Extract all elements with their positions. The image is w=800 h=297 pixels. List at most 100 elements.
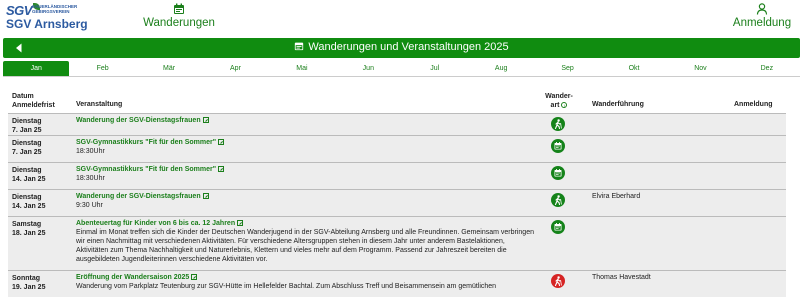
- event-guide: Elvira Eberhard: [592, 193, 641, 200]
- external-link-icon[interactable]: [202, 192, 209, 199]
- table-row[interactable]: Dienstag 14. Jan 25 SGV-Gymnastikkurs "Fit…: [8, 162, 786, 189]
- event-title-link[interactable]: Wanderung der SGV-Dienstagsfrauen: [76, 192, 536, 201]
- tab-month-5[interactable]: Mai: [269, 61, 335, 76]
- logo-subtitle: SAUERLÄNDISCHER GEBIRGSVEREIN: [32, 4, 78, 14]
- header-anmeldung: Anmeldung: [734, 101, 773, 108]
- event-weekday: Dienstag: [12, 118, 42, 125]
- event-date: Dienstag 14. Jan 25: [12, 193, 45, 211]
- calendar-icon: [174, 3, 184, 14]
- tab-month-3[interactable]: Mär: [136, 61, 202, 76]
- tab-month-4[interactable]: Apr: [202, 61, 268, 76]
- nav-wanderungen[interactable]: Wanderungen: [143, 3, 215, 29]
- logo-name: SGV Arnsberg: [6, 17, 88, 31]
- sgv-logo[interactable]: SGV SAUERLÄNDISCHER GEBIRGSVEREIN SGV Arn…: [6, 3, 116, 31]
- event-description: Wanderung vom Parkplatz Teutenburg zur S…: [76, 283, 497, 290]
- calendar-icon: [551, 220, 565, 234]
- hiking-icon: [551, 193, 565, 207]
- external-link-icon[interactable]: [191, 273, 198, 280]
- event-day: 7. Jan 25: [12, 149, 42, 156]
- event-description: 9:30 Uhr: [76, 202, 103, 209]
- external-link-icon[interactable]: [202, 116, 209, 123]
- external-link-icon[interactable]: [218, 138, 225, 145]
- nav-anmeldung[interactable]: Anmeldung: [732, 3, 792, 29]
- tab-month-8[interactable]: Aug: [468, 61, 534, 76]
- events-table: Datum Anmeldefrist Veranstaltung Wander-…: [8, 88, 786, 297]
- calendar-icon: [551, 139, 565, 153]
- event-date: Dienstag 14. Jan 25: [12, 166, 45, 184]
- event-weekday: Dienstag: [12, 140, 42, 147]
- tab-month-1[interactable]: Jan: [3, 61, 70, 76]
- info-icon[interactable]: i: [561, 102, 568, 108]
- header-wanderart-line1: Wander-: [545, 93, 573, 100]
- tab-month-11[interactable]: Nov: [667, 61, 733, 76]
- event-description: 18:30Uhr: [76, 175, 105, 182]
- external-link-icon[interactable]: [237, 219, 244, 226]
- event-description: wir einen Nachmittag mit verschiedenen A…: [76, 238, 505, 245]
- event-date: Sonntag 19. Jan 25: [12, 274, 45, 292]
- event-description: 18:30Uhr: [76, 148, 105, 155]
- event-title-link[interactable]: Wanderung der SGV-Dienstagsfrauen: [76, 116, 536, 125]
- event-title[interactable]: Abenteuertag für Kinder von 6 bis ca. 12…: [76, 220, 235, 227]
- event-weekday: Sonntag: [12, 275, 40, 282]
- table-row[interactable]: Dienstag 14. Jan 25 Wanderung der SGV-Dien…: [8, 189, 786, 216]
- tab-month-12[interactable]: Dez: [734, 61, 800, 76]
- event-weekday: Dienstag: [12, 194, 42, 201]
- event-day: 7. Jan 25: [12, 127, 42, 134]
- page-title-bar: Wanderungen und Veranstaltungen 2025: [3, 38, 800, 58]
- tab-month-10[interactable]: Okt: [601, 61, 667, 76]
- table-body: Dienstag 7. Jan 25 Wanderung der SGV-Diens…: [8, 113, 786, 297]
- event-description: Aktivitäten zum Thema Nachhaltigkeit und…: [76, 247, 507, 254]
- event-title-link[interactable]: SGV-Gymnastikkurs "Fit für den Sommer": [76, 165, 536, 174]
- nav-anmeldung-label: Anmeldung: [732, 17, 792, 29]
- hiking-icon: [551, 117, 565, 131]
- tab-month-9[interactable]: Sep: [534, 61, 600, 76]
- external-link-icon[interactable]: [218, 165, 225, 172]
- event-title-link[interactable]: Eröffnung der Wandersaison 2025: [76, 273, 536, 282]
- event-title-link[interactable]: Abenteuertag für Kinder von 6 bis ca. 12…: [76, 219, 536, 228]
- event-cell: SGV-Gymnastikkurs "Fit für den Sommer" 18…: [76, 165, 536, 183]
- table-row[interactable]: Sonntag 19. Jan 25 Eröffnung der Wandersai…: [8, 270, 786, 297]
- event-title[interactable]: SGV-Gymnastikkurs "Fit für den Sommer": [76, 166, 216, 173]
- table-header: Datum Anmeldefrist Veranstaltung Wander-…: [8, 88, 786, 113]
- user-icon: [756, 3, 768, 15]
- calendar-icon: [551, 166, 565, 180]
- event-date: Dienstag 7. Jan 25: [12, 117, 42, 135]
- header-wanderart-line2: art: [550, 102, 560, 109]
- event-day: 19. Jan 25: [12, 284, 46, 291]
- event-date: Dienstag 7. Jan 25: [12, 139, 42, 157]
- event-date: Samstag 18. Jan 25: [12, 220, 45, 238]
- event-day: 18. Jan 25: [12, 230, 46, 237]
- event-title[interactable]: SGV-Gymnastikkurs "Fit für den Sommer": [76, 139, 216, 146]
- tab-month-2[interactable]: Feb: [69, 61, 135, 76]
- table-row[interactable]: Samstag 18. Jan 25 Abenteuertag für Kinder…: [8, 216, 786, 270]
- event-day: 14. Jan 25: [12, 203, 46, 210]
- event-cell: Wanderung der SGV-Dienstagsfrauen: [76, 116, 536, 125]
- event-cell: Eröffnung der Wandersaison 2025 Wanderung…: [76, 273, 536, 291]
- event-title[interactable]: Wanderung der SGV-Dienstagsfrauen: [76, 117, 201, 124]
- table-row[interactable]: Dienstag 7. Jan 25 Wanderung der SGV-Diens…: [8, 113, 786, 135]
- tab-month-6[interactable]: Jun: [335, 61, 401, 76]
- table-row[interactable]: Dienstag 7. Jan 25 SGV-Gymnastikkurs "Fit …: [8, 135, 786, 162]
- event-description: ausgebildeten Jugendleiterinnen verschie…: [76, 256, 268, 263]
- nav-wanderungen-label: Wanderungen: [143, 17, 215, 29]
- event-description: Einmal im Monat treffen sich die Kinder …: [76, 229, 534, 236]
- header-datum: Datum Anmeldefrist: [12, 92, 55, 110]
- header-datum-label: Datum: [12, 93, 34, 100]
- header-anmeldefrist-label: Anmeldefrist: [12, 102, 55, 109]
- calendar-icon: [295, 42, 304, 51]
- page-title: Wanderungen und Veranstaltungen 2025: [308, 41, 509, 53]
- header-veranstaltung: Veranstaltung: [76, 101, 123, 108]
- header-wanderfuehrung: Wanderführung: [592, 101, 644, 108]
- tab-month-7[interactable]: Jul: [402, 61, 468, 76]
- month-tabs: Jan Feb Mär Apr Mai Jun Jul Aug Sep Okt Nov Dez: [3, 61, 800, 77]
- event-title-link[interactable]: SGV-Gymnastikkurs "Fit für den Sommer": [76, 138, 536, 147]
- top-bar: SGV SAUERLÄNDISCHER GEBIRGSVEREIN SGV Arn…: [0, 0, 800, 34]
- event-weekday: Dienstag: [12, 167, 42, 174]
- event-weekday: Samstag: [12, 221, 42, 228]
- event-day: 14. Jan 25: [12, 176, 46, 183]
- hiking-icon: [551, 274, 565, 288]
- event-title[interactable]: Wanderung der SGV-Dienstagsfrauen: [76, 193, 201, 200]
- header-wanderart: Wander- art i: [542, 92, 576, 110]
- event-cell: SGV-Gymnastikkurs "Fit für den Sommer" 18…: [76, 138, 536, 156]
- event-cell: Abenteuertag für Kinder von 6 bis ca. 12…: [76, 219, 536, 264]
